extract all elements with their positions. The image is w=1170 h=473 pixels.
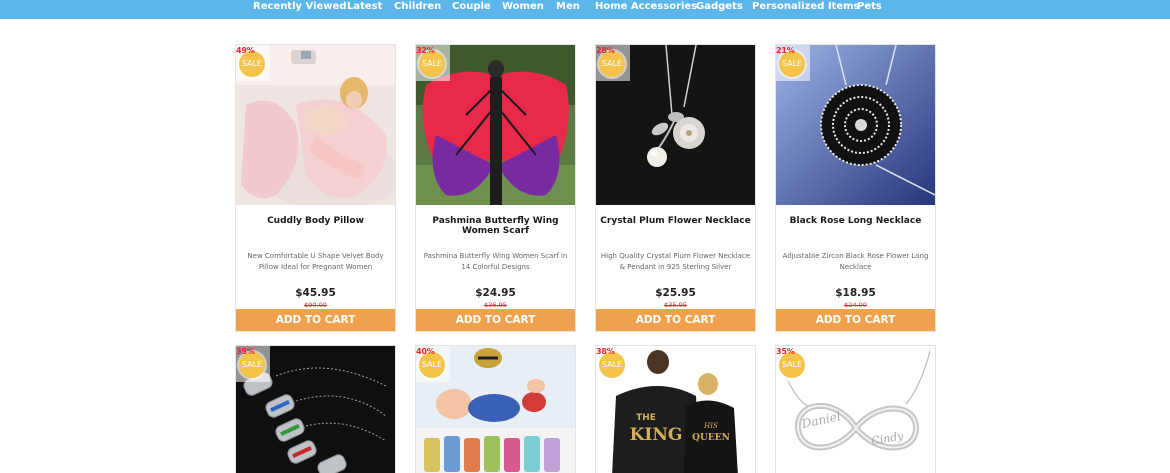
product-old-price: $90.00 (304, 301, 327, 309)
nav-item-pets[interactable]: Pets (857, 1, 882, 15)
product-price: $18.95 (835, 287, 876, 299)
hoodie-print-king: KING (630, 425, 683, 445)
product-old-price: $24.00 (844, 301, 867, 309)
product-old-price: $35.95 (664, 301, 687, 309)
discount-percent: 40% (416, 347, 435, 356)
product-card[interactable]: 21% SALE Black Rose Long Necklace Adjust… (775, 44, 936, 332)
nav-item-home-accessories[interactable]: Home Accessories (595, 1, 697, 15)
product-card[interactable]: 35% SALE (235, 345, 396, 473)
product-card[interactable]: 32% SALE Pashmina Butterfly Wing Women S… (415, 44, 576, 332)
hoodie-print-his: HIS (703, 422, 718, 430)
nav-item-children[interactable]: Children (394, 1, 441, 15)
product-old-price: $36.95 (484, 301, 507, 309)
discount-percent: 35% (776, 347, 795, 356)
add-to-cart-button[interactable]: ADD TO CART (236, 309, 395, 331)
nav-item-men[interactable]: Men (556, 1, 580, 15)
nav-item-personalized-items[interactable]: Personalized Items (752, 1, 860, 15)
hoodie-print-queen: QUEEN (692, 433, 730, 443)
product-description: Pashmina Butterfly Wing Women Scarf in 1… (423, 252, 568, 271)
product-card[interactable]: Daniel Cindy 35% SALE (775, 345, 936, 473)
product-card[interactable]: 49% SALE Cuddly Body Pillow New Comforta… (235, 44, 396, 332)
product-title[interactable]: Pashmina Butterfly Wing Women Scarf (420, 216, 571, 236)
product-description: High Quality Crystal Plum Flower Necklac… (600, 252, 751, 271)
product-card[interactable]: 28% SALE Crystal Plum Flower Necklace Hi… (595, 44, 756, 332)
product-title[interactable]: Crystal Plum Flower Necklace (600, 216, 751, 226)
nav-item-women[interactable]: Women (502, 1, 544, 15)
category-nav-bar: Recently Viewed Latest Children Couple W… (0, 0, 1170, 19)
product-description: Adjustable Zircon Black Rose Flower Long… (782, 252, 929, 271)
add-to-cart-button[interactable]: ADD TO CART (596, 309, 755, 331)
product-card[interactable]: THE KING HIS QUEEN 38% SALE (595, 345, 756, 473)
discount-percent: 35% (236, 347, 255, 356)
product-title[interactable]: Cuddly Body Pillow (240, 216, 391, 226)
product-title[interactable]: Black Rose Long Necklace (780, 216, 931, 226)
nav-item-latest[interactable]: Latest (347, 1, 382, 15)
product-price: $24.95 (475, 287, 516, 299)
discount-percent: 28% (596, 46, 615, 55)
add-to-cart-button[interactable]: ADD TO CART (416, 309, 575, 331)
discount-percent: 38% (596, 347, 615, 356)
discount-percent: 49% (236, 46, 255, 55)
nav-item-couple[interactable]: Couple (452, 1, 491, 15)
nav-item-recently-viewed[interactable]: Recently Viewed (253, 1, 346, 15)
product-price: $25.95 (655, 287, 696, 299)
nav-item-gadgets[interactable]: Gadgets (696, 1, 743, 15)
hoodie-print-the: THE (636, 413, 656, 423)
add-to-cart-button[interactable]: ADD TO CART (776, 309, 935, 331)
discount-percent: 21% (776, 46, 795, 55)
discount-percent: 32% (416, 46, 435, 55)
product-price: $45.95 (295, 287, 336, 299)
product-card[interactable]: 40% SALE (415, 345, 576, 473)
product-description: New Comfortable U Shape Velvet Body Pill… (247, 252, 384, 271)
